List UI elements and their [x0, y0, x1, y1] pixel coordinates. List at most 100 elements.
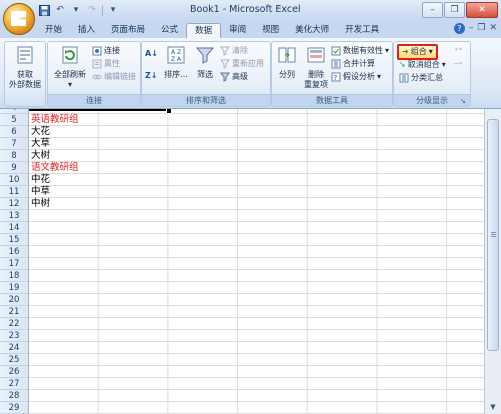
data-cell[interactable]: 中树 — [31, 198, 50, 210]
what-if-icon: ? — [331, 72, 341, 82]
subtotal-label: 分类汇总 — [411, 73, 443, 82]
ungroup-button[interactable]: ➘ 取消组合 ▾ — [399, 59, 446, 71]
data-cell[interactable]: 中花 — [31, 174, 50, 186]
sort-button[interactable]: AZZA 排序... — [162, 45, 190, 80]
text-to-columns-button[interactable]: 分列 — [274, 45, 300, 80]
cell-grid[interactable] — [29, 109, 484, 414]
edit-links-icon — [92, 74, 102, 80]
restore-button[interactable]: ❐ — [444, 2, 465, 18]
vertical-scrollbar[interactable]: ▼ — [484, 109, 501, 414]
data-cell[interactable]: 大树 — [31, 150, 50, 162]
tab-data[interactable]: 数据 — [186, 23, 222, 39]
ribbon-minimize-icon[interactable]: – — [469, 23, 474, 34]
outline-dialog-launcher-icon[interactable]: ↘ — [460, 97, 468, 105]
advanced-button[interactable]: 高级 — [220, 71, 248, 83]
redo-icon[interactable]: ↷ — [86, 4, 98, 16]
what-if-analysis-button[interactable]: ? 假设分析 ▾ — [331, 71, 381, 83]
hide-detail-button[interactable]: ⁻⁼ — [454, 59, 462, 71]
tab-review[interactable]: 审阅 — [221, 23, 254, 38]
row-header[interactable]: 28 — [0, 390, 28, 402]
sort-ascending-button[interactable]: A↓ — [145, 48, 158, 60]
advanced-label: 高级 — [232, 72, 248, 81]
refresh-all-button[interactable]: 全部刷新 ▾ — [50, 45, 90, 90]
refresh-all-label: 全部刷新 — [54, 70, 86, 79]
row-header[interactable]: 14 — [0, 222, 28, 234]
section-heading-cell[interactable]: 语文教研组 — [31, 162, 79, 174]
row-header[interactable]: 19 — [0, 282, 28, 294]
clear-button[interactable]: 清除 — [220, 45, 248, 57]
row-header[interactable]: 25 — [0, 354, 28, 366]
tab-insert[interactable]: 插入 — [70, 23, 103, 38]
reapply-button[interactable]: 重新应用 — [220, 58, 264, 70]
subtotal-icon — [399, 73, 409, 83]
workbook-close-icon[interactable]: ✕ — [489, 23, 497, 34]
properties-button[interactable]: 属性 — [92, 58, 120, 70]
row-header[interactable]: 27 — [0, 378, 28, 390]
group-button[interactable]: ➜ 组合 ▾ — [397, 44, 438, 60]
row-header[interactable]: 20 — [0, 294, 28, 306]
show-detail-icon: ⁺⁼ — [454, 46, 463, 55]
ungroup-arrow-icon: ➘ — [399, 60, 406, 69]
sort-ascending-icon: A↓ — [145, 49, 158, 58]
row-header[interactable]: 16 — [0, 246, 28, 258]
section-heading-cell[interactable]: 英语教研组 — [31, 114, 79, 126]
tab-formulas[interactable]: 公式 — [153, 23, 186, 38]
group-outline: ➜ 组合 ▾ ➘ 取消组合 ▾ 分类汇总 ⁺⁼ ⁻⁼ 分级显示 ↘ — [393, 41, 471, 107]
filter-funnel-icon — [195, 47, 215, 64]
row-header[interactable]: 12 — [0, 198, 28, 210]
row-header[interactable]: 6 — [0, 126, 28, 138]
row-header[interactable]: 24 — [0, 342, 28, 354]
get-external-data-button[interactable]: 获取 外部数据 — [7, 45, 43, 90]
scroll-down-arrow-icon[interactable]: ▼ — [487, 402, 499, 412]
row-header[interactable]: 8 — [0, 150, 28, 162]
row-header[interactable]: 13 — [0, 210, 28, 222]
tab-developer[interactable]: 开发工具 — [337, 23, 387, 38]
row-header[interactable]: 26 — [0, 366, 28, 378]
filter-button[interactable]: 筛选 — [192, 45, 218, 80]
help-icon[interactable]: ? — [453, 23, 465, 34]
dropdown-arrow-icon[interactable]: ▾ — [70, 4, 82, 16]
close-button[interactable]: ✕ — [466, 2, 498, 18]
data-cell[interactable]: 大草 — [31, 138, 50, 150]
ribbon-tab-row: 开始 插入 页面布局 公式 数据 审阅 视图 美化大师 开发工具 ? – ❐ ✕ — [0, 20, 501, 39]
row-header[interactable]: 29 — [0, 402, 28, 414]
get-external-label-1: 获取 — [17, 70, 33, 79]
tab-page-layout[interactable]: 页面布局 — [103, 23, 153, 38]
sort-descending-button[interactable]: Z↓ — [145, 70, 158, 82]
data-cell[interactable]: 大花 — [31, 126, 50, 138]
row-header[interactable]: 18 — [0, 270, 28, 282]
row-header[interactable]: 17 — [0, 258, 28, 270]
undo-icon[interactable]: ↶ — [54, 4, 66, 16]
row-header[interactable]: 9 — [0, 162, 28, 174]
edit-links-button[interactable]: 编辑链接 — [92, 71, 136, 83]
remove-duplicates-button[interactable]: 删除 重复项 — [302, 45, 330, 90]
row-header[interactable]: 15 — [0, 234, 28, 246]
row-header[interactable]: 11 — [0, 186, 28, 198]
customize-qat-icon[interactable]: ▾ — [107, 4, 119, 16]
office-button[interactable] — [3, 3, 35, 35]
external-data-icon — [17, 46, 33, 64]
tab-home[interactable]: 开始 — [37, 23, 70, 38]
minimize-button[interactable]: – — [422, 2, 443, 18]
data-cell[interactable]: 中草 — [31, 186, 50, 198]
row-header[interactable]: 10 — [0, 174, 28, 186]
data-validation-button[interactable]: 数据有效性 ▾ — [331, 45, 389, 57]
row-header[interactable]: 22 — [0, 318, 28, 330]
connections-button[interactable]: 连接 — [92, 45, 120, 57]
ribbon-restore-icon[interactable]: ❐ — [477, 23, 485, 34]
tab-beautify-master[interactable]: 美化大师 — [287, 23, 337, 38]
show-detail-button[interactable]: ⁺⁼ — [454, 45, 462, 57]
save-icon[interactable] — [38, 4, 50, 16]
what-if-dropdown-icon: ▾ — [377, 72, 382, 81]
row-header[interactable]: 23 — [0, 330, 28, 342]
row-header[interactable]: 5 — [0, 114, 28, 126]
row-headers: 4567891011121314151617181920212223242526… — [0, 109, 29, 414]
fill-handle[interactable] — [166, 109, 172, 114]
row-header[interactable]: 7 — [0, 138, 28, 150]
subtotal-button[interactable]: 分类汇总 — [399, 72, 443, 84]
consolidate-button[interactable]: 合并计算 — [331, 58, 375, 70]
vertical-scrollbar-thumb[interactable] — [487, 119, 499, 351]
tab-view[interactable]: 视图 — [254, 23, 287, 38]
group-connections: 全部刷新 ▾ 连接 属性 编辑链接 连接 — [47, 41, 141, 107]
row-header[interactable]: 21 — [0, 306, 28, 318]
